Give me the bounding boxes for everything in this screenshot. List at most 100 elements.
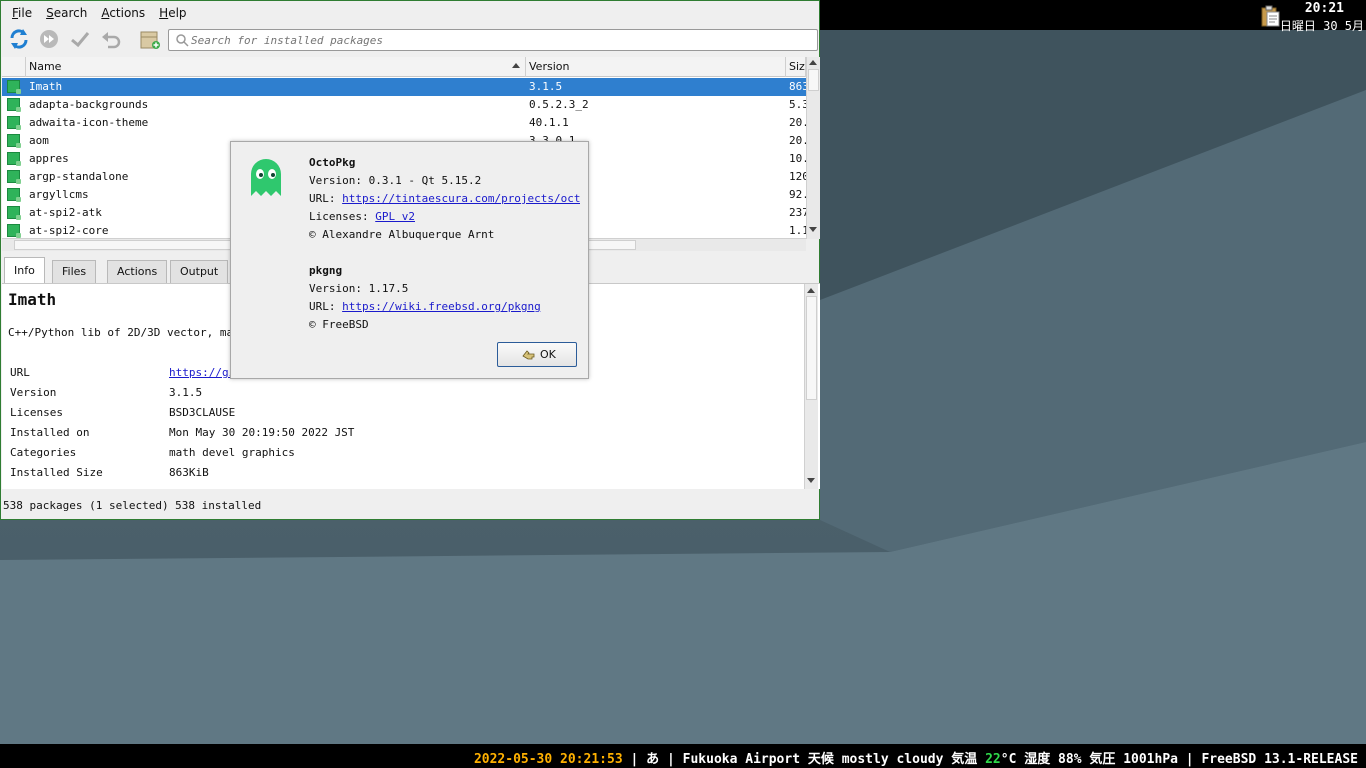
package-name: adapta-backgrounds (29, 98, 149, 111)
search-box[interactable] (168, 29, 818, 51)
package-size: 120 (789, 170, 806, 183)
scroll-thumb[interactable] (808, 69, 819, 91)
package-size: 5.3 (789, 98, 806, 111)
scroll-up-arrow[interactable] (809, 60, 817, 65)
toolbar (2, 25, 818, 55)
package-name: at-spi2-core (29, 224, 109, 237)
info-value: BSD3CLAUSE (169, 406, 236, 419)
menu-search[interactable]: Search (46, 6, 87, 20)
table-row[interactable]: adwaita-icon-theme 40.1.1 20. (2, 114, 806, 132)
header-version[interactable]: Version (526, 57, 786, 77)
info-key: Installed Size (10, 466, 103, 479)
installed-package-icon (7, 116, 21, 130)
package-title: Imath (8, 290, 57, 309)
tab-output[interactable]: Output (170, 260, 229, 283)
taskbar-separator: | (622, 752, 647, 767)
info-key: Categories (10, 446, 77, 459)
clipboard-icon[interactable] (1258, 4, 1282, 28)
url-label: URL: (309, 300, 343, 313)
scroll-thumb[interactable] (806, 296, 817, 400)
url-label: URL: (309, 192, 343, 205)
package-name: Imath (29, 80, 63, 93)
ok-button[interactable]: OK (497, 342, 577, 367)
table-row[interactable]: adapta-backgrounds 0.5.2.3_2 5.3 (2, 96, 806, 114)
menu-file[interactable]: File (12, 6, 32, 20)
info-key: URL (10, 366, 30, 379)
about-license-link[interactable]: GPL v2 (375, 210, 415, 223)
header-name[interactable]: Name (26, 57, 526, 77)
package-name: argp-standalone (29, 170, 129, 183)
tab-actions[interactable]: Actions (107, 260, 168, 283)
search-input[interactable] (191, 32, 791, 48)
package-size: 237 (789, 206, 806, 219)
add-package-icon[interactable] (139, 28, 161, 50)
about-license-row: Licenses: GPL v2 (309, 210, 415, 223)
about-dialog: OctoPkg Version: 0.3.1 - Qt 5.15.2 URL: … (230, 141, 589, 379)
about-backend-name: pkgng (309, 264, 343, 277)
package-version: 40.1.1 (529, 116, 569, 129)
clock-time[interactable]: 20:21 (1305, 1, 1344, 16)
installed-package-icon (7, 98, 21, 112)
about-backend-version: Version: 1.17.5 (309, 282, 409, 295)
header-status[interactable] (2, 57, 26, 77)
header-size[interactable]: Size (786, 57, 806, 77)
package-version: 0.5.2.3_2 (529, 98, 589, 111)
package-size: 10. (789, 152, 806, 165)
package-name: appres (29, 152, 69, 165)
menu-help[interactable]: Help (159, 6, 186, 20)
check-icon[interactable] (69, 28, 91, 50)
package-size: 92. (789, 188, 806, 201)
search-icon (176, 34, 189, 47)
package-size: 20. (789, 116, 806, 129)
taskbar-weather-tail: °C 湿度 88% 気圧 1001hPa | FreeBSD 13.1-RELE… (1000, 752, 1358, 767)
info-value: 863KiB (169, 466, 209, 479)
octopkg-ghost-icon (251, 159, 281, 196)
about-app-url-row: URL: https://tintaescura.com/projects/oc… (309, 192, 580, 205)
installed-package-icon (7, 152, 21, 166)
package-name: at-spi2-atk (29, 206, 102, 219)
package-size: 863 (789, 80, 806, 93)
about-backend-url-link[interactable]: https://wiki.freebsd.org/pkgng (342, 300, 541, 313)
scroll-up-arrow[interactable] (807, 288, 815, 293)
info-key: Installed on (10, 426, 90, 439)
about-app-copyright: © Alexandre Albuquerque Arnt (309, 228, 495, 241)
table-header: Name Version Size (2, 57, 820, 77)
info-key: Licenses (10, 406, 63, 419)
menu-actions[interactable]: Actions (101, 6, 145, 20)
installed-package-icon (7, 188, 21, 202)
table-row[interactable]: Imath 3.1.5 863 (2, 78, 806, 96)
bottom-status-bar: 2022-05-30 20:21:53 | あ | Fukuoka Airpor… (0, 744, 1366, 768)
about-backend-url-row: URL: https://wiki.freebsd.org/pkgng (309, 300, 541, 313)
tab-info[interactable]: Info (4, 257, 45, 283)
installed-package-icon (7, 80, 21, 94)
installed-package-icon (7, 134, 21, 148)
tab-files[interactable]: Files (52, 260, 97, 283)
package-description: C++/Python lib of 2D/3D vector, matri (8, 326, 254, 339)
installed-package-icon (7, 206, 21, 220)
fast-forward-icon[interactable] (38, 28, 60, 50)
table-vertical-scrollbar[interactable] (806, 57, 820, 239)
package-version: 3.1.5 (529, 80, 563, 93)
about-backend-copyright: © FreeBSD (309, 318, 369, 331)
status-bar: 538 packages (1 selected) 538 installed (3, 499, 262, 512)
ok-button-label: OK (540, 348, 556, 361)
package-url-link[interactable]: https://gi (169, 366, 235, 379)
about-app-url-link[interactable]: https://tintaescura.com/projects/octopkg (342, 192, 580, 205)
scroll-down-arrow[interactable] (807, 478, 815, 483)
installed-package-icon (7, 170, 21, 184)
about-app-version: Version: 0.3.1 - Qt 5.15.2 (309, 174, 482, 187)
taskbar-ime-indicator[interactable]: あ (646, 752, 659, 767)
scroll-down-arrow[interactable] (809, 227, 817, 232)
taskbar-temperature: 22 (985, 752, 1001, 767)
licenses-label: Licenses: (309, 210, 376, 223)
package-name: aom (29, 134, 49, 147)
info-vertical-scrollbar[interactable] (804, 284, 818, 489)
about-app-name: OctoPkg (309, 156, 356, 169)
refresh-icon[interactable] (8, 28, 30, 50)
undo-icon[interactable] (100, 28, 122, 50)
ok-hand-icon (522, 350, 535, 360)
sort-ascending-icon (512, 63, 520, 68)
info-value: Mon May 30 20:19:50 2022 JST (169, 426, 355, 439)
package-size: 1.1 (789, 224, 806, 237)
info-key: Version (10, 386, 57, 399)
